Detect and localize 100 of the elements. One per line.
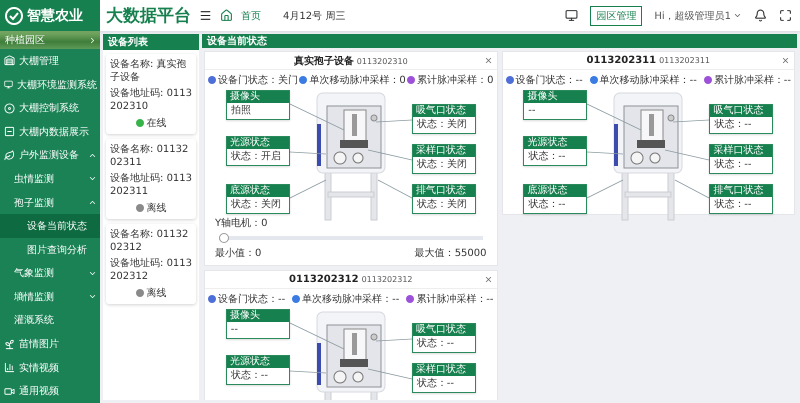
part-status: 拍照 — [230, 104, 252, 118]
nav-item[interactable]: 设备当前状态 — [0, 214, 100, 238]
part-status: 状态：关闭 — [230, 198, 282, 212]
metric-text: 设备门状态：-- — [516, 74, 583, 87]
part-status: 状态：-- — [416, 376, 455, 391]
leader-line — [586, 152, 624, 154]
nav-icon — [4, 386, 15, 397]
metric-text: 设备门状态：关门 — [218, 74, 298, 87]
part-title: 吸气口状态 — [412, 105, 475, 117]
card-title: 0113202312 — [289, 274, 359, 285]
nav-item[interactable]: 大棚内数据展示 — [0, 120, 100, 144]
leader-line — [664, 150, 710, 160]
nav-item[interactable]: 气象监测 — [0, 261, 100, 286]
part-status: 状态：-- — [713, 118, 752, 132]
menu-icon[interactable] — [199, 9, 212, 22]
part-status: 状态：开启 — [230, 150, 282, 164]
banner-title: 种植园区 — [5, 34, 45, 48]
part-status: 状态：-- — [527, 150, 566, 164]
home-icon[interactable] — [220, 9, 233, 22]
nav-item[interactable]: 孢子监测 — [0, 190, 100, 214]
banner-photo[interactable]: 种植园区 — [0, 31, 100, 50]
nav-item[interactable]: 大棚控制系统 — [0, 96, 100, 120]
part-status: 状态：-- — [416, 336, 455, 351]
metric-text: 单次移动脉冲采样：-- — [302, 292, 400, 306]
device-name: 设备名称: 0113202311 — [110, 143, 190, 169]
part-title: 摄像头 — [524, 91, 586, 103]
device-card[interactable]: 设备名称: 真实孢子设备 设备地址码: 0113202310 在线 — [106, 54, 196, 134]
metric-text: 累计脉冲采样：0 — [417, 74, 494, 87]
slider-label: Y轴电机：0 — [215, 216, 268, 230]
leader-line — [289, 104, 344, 130]
chevron-icon — [733, 11, 742, 20]
part-status: 状态：关闭 — [416, 118, 468, 132]
device-address: 设备地址码: 0113202310 — [110, 87, 192, 113]
device-name: 设备名称: 0113202312 — [110, 228, 190, 254]
leader-line — [289, 370, 326, 374]
nav-icon — [4, 338, 15, 350]
nav-item[interactable]: 大棚管理 — [0, 49, 100, 73]
fullscreen-icon[interactable] — [779, 9, 792, 22]
user-menu[interactable]: Hi，超级管理员1 — [654, 8, 742, 22]
nav-item[interactable]: 户外监测设备 — [0, 144, 100, 168]
leader-line — [586, 104, 642, 130]
nav-item[interactable]: 图片查询分析 — [0, 238, 100, 262]
slider-track[interactable] — [219, 233, 482, 243]
part-title: 摄像头 — [226, 310, 289, 322]
chevron-icon — [88, 198, 97, 207]
nav-icon — [4, 55, 15, 66]
leader-line — [289, 180, 326, 198]
close-icon[interactable] — [484, 275, 492, 284]
nav-item[interactable]: 虫情监测 — [0, 167, 100, 191]
leader-line — [377, 180, 412, 198]
metric-text: 累计脉冲采样：-- — [416, 292, 494, 306]
leader-line — [375, 338, 412, 342]
device-address: 设备地址码: 0113202312 — [110, 257, 192, 283]
nav-item[interactable]: 墒情监测 — [0, 285, 100, 309]
leader-line — [375, 120, 412, 122]
card-address: 0113202311 — [659, 56, 710, 65]
leader-line — [367, 150, 412, 160]
nav-item[interactable]: 灌溉系统 — [0, 308, 100, 332]
metric-text: 单次移动脉冲采样：-- — [600, 74, 697, 87]
close-icon[interactable] — [781, 56, 790, 65]
leader-line — [289, 322, 344, 350]
slider-max: 最大值：55000 — [414, 246, 486, 260]
part-title: 底源状态 — [226, 185, 289, 197]
metric-text: 设备门状态：-- — [218, 292, 286, 306]
part-title: 采样口状态 — [710, 145, 772, 157]
status-text: 离线 — [146, 286, 166, 300]
close-icon[interactable] — [484, 56, 492, 65]
leader-line — [367, 368, 412, 380]
chevron-icon — [88, 36, 97, 45]
section-header: 设备列表 — [103, 34, 199, 50]
nav-icon — [4, 126, 15, 138]
bell-icon[interactable] — [754, 9, 767, 22]
slider-thumb[interactable] — [219, 233, 229, 243]
section-header: 设备当前状态 — [202, 34, 797, 48]
part-title: 光源状态 — [226, 356, 289, 368]
nav-item[interactable]: 实情视频 — [0, 356, 100, 380]
monitor-icon[interactable] — [565, 9, 578, 22]
breadcrumb-link[interactable]: 首页 — [241, 8, 261, 22]
part-status: 状态：-- — [713, 198, 752, 212]
nav-icon — [4, 102, 15, 114]
part-status: 状态：-- — [713, 158, 752, 172]
nav-item[interactable]: 大棚环境监测系统 — [0, 72, 100, 96]
date-text: 4月12号 周三 — [283, 10, 346, 22]
device-card[interactable]: 设备名称: 0113202312 设备地址码: 0113202312 离线 — [106, 224, 196, 304]
part-title: 光源状态 — [226, 137, 289, 149]
nav-item[interactable]: 苗情图片 — [0, 332, 100, 356]
card-title: 真实孢子设备 — [294, 54, 354, 68]
leader-line — [289, 152, 326, 154]
device-card[interactable]: 设备名称: 0113202311 设备地址码: 0113202311 离线 — [106, 139, 196, 219]
leader-line — [674, 180, 710, 198]
part-title: 底源状态 — [524, 185, 586, 197]
part-status: -- — [527, 104, 536, 118]
leader-line — [672, 120, 710, 122]
park-management-button[interactable]: 园区管理 — [590, 6, 642, 26]
device-name: 设备名称: 真实孢子设备 — [110, 58, 188, 84]
metric-text: 单次移动脉冲采样：0 — [309, 74, 406, 87]
leader-line — [586, 180, 624, 198]
nav-item[interactable]: 通用视频 — [0, 379, 100, 403]
part-title: 采样口状态 — [412, 364, 475, 376]
card-address: 0113202312 — [362, 275, 412, 284]
